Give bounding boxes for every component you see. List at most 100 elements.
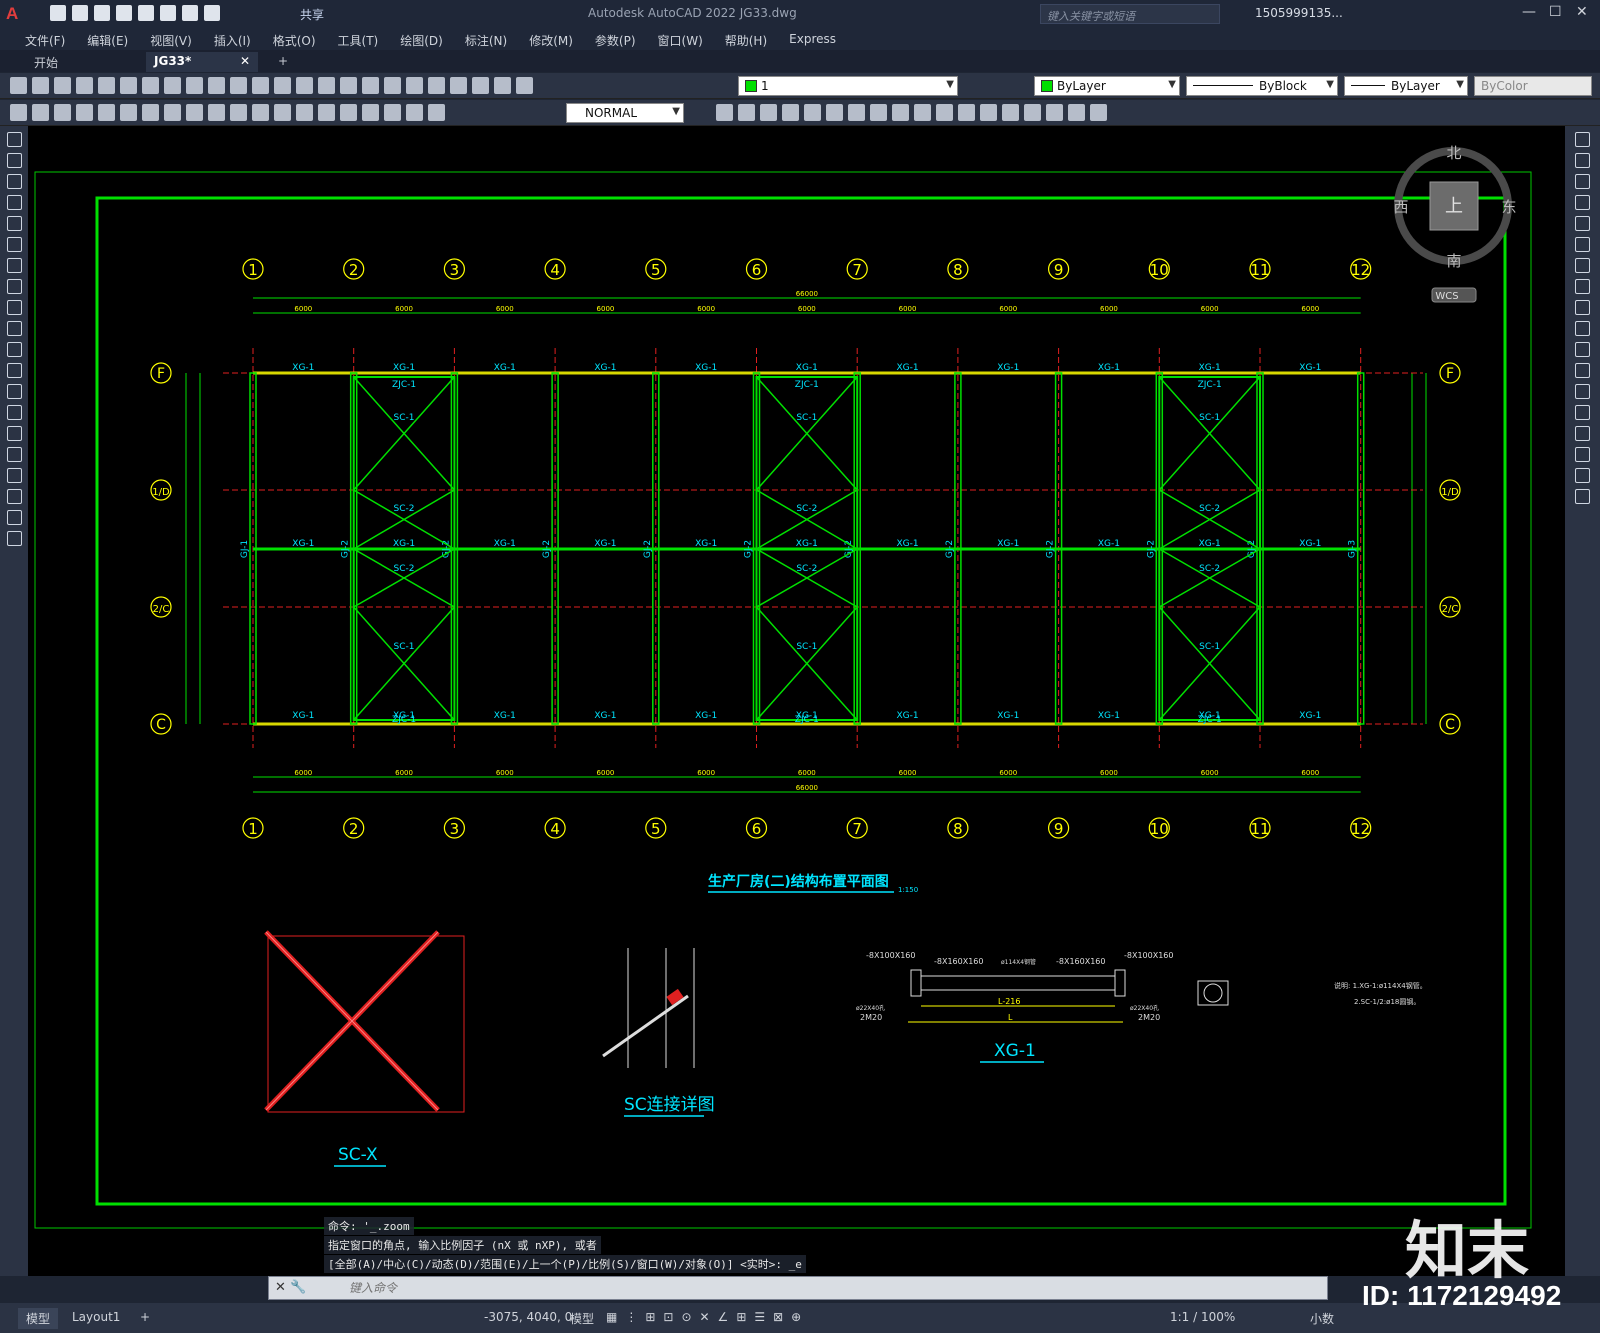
new-tab-button[interactable]: + [270,52,296,72]
region-icon[interactable] [6,468,22,483]
user-account[interactable]: 1505999135... [1255,6,1343,20]
join-icon[interactable] [980,104,997,121]
offset-icon[interactable] [782,104,799,121]
line-icon[interactable] [6,132,22,147]
share-button[interactable]: 共享 [300,6,324,23]
dim-break-icon[interactable] [274,104,291,121]
explode-icon[interactable] [1575,489,1590,504]
explode-icon[interactable] [1046,104,1063,121]
chamfer-icon[interactable] [1575,426,1590,441]
drafting-toggles[interactable]: ▦⋮⊞⊡⊙✕∠⊞☰⊠⊕ [606,1310,809,1324]
undo-icon[interactable] [230,77,247,94]
rotate-icon[interactable] [1575,258,1590,273]
dim-aligned-icon[interactable] [32,104,49,121]
fillet-icon[interactable] [1024,104,1041,121]
move-icon[interactable] [1575,237,1590,252]
dim-space-icon[interactable] [252,104,269,121]
plot-icon[interactable] [138,5,154,21]
scale-icon[interactable] [870,104,887,121]
menu-file[interactable]: 文件(F) [14,28,76,50]
drawing-canvas[interactable]: 上 北 南 东 西 WCS 1 1 2 2 3 3 4 4 5 5 6 6 7 7 8 8 9 9 10 10 11 11… [28,126,1565,1276]
viewcube[interactable]: 上 北 南 东 西 WCS [1393,144,1517,303]
plot-icon[interactable] [76,77,93,94]
dim-continue-icon[interactable] [230,104,247,121]
tab-start[interactable]: 开始 [26,52,66,72]
extend-icon[interactable] [936,104,953,121]
open-icon[interactable] [32,77,49,94]
jogged-linear-icon[interactable] [362,104,379,121]
lineweight-dropdown[interactable]: ByLayer ▼ [1344,76,1468,96]
dim-text-edit-icon[interactable] [406,104,423,121]
copy-icon[interactable] [164,77,181,94]
close-command-icon[interactable]: ✕ 🔧 [275,1280,306,1295]
menu-express[interactable]: Express [778,28,847,50]
open-icon[interactable] [72,5,88,21]
tolerance-icon[interactable] [296,104,313,121]
zoom-previous-icon[interactable] [340,77,357,94]
dim-angular-icon[interactable] [164,104,181,121]
linetype-dropdown[interactable]: ByBlock ▼ [1186,76,1338,96]
help-icon[interactable] [494,77,511,94]
save-as-icon[interactable] [116,5,132,21]
close-button[interactable]: ✕ [1576,4,1588,20]
arc-icon[interactable] [6,237,22,252]
close-tab-icon[interactable]: ✕ [240,54,250,68]
copy-object-icon[interactable] [738,104,755,121]
match-icon[interactable] [208,77,225,94]
ellipse-icon[interactable] [6,321,22,336]
add-selected-icon[interactable] [6,531,22,546]
menu-format[interactable]: 格式(O) [262,28,327,50]
undo-icon[interactable] [182,5,198,21]
center-mark-icon[interactable] [318,104,335,121]
dim-radius-icon[interactable] [98,104,115,121]
menu-help[interactable]: 帮助(H) [714,28,778,50]
rectangle-icon[interactable] [6,216,22,231]
paste-icon[interactable] [186,77,203,94]
pan-icon[interactable] [274,77,291,94]
spline-icon[interactable] [6,300,22,315]
erase-icon[interactable] [716,104,733,121]
new-icon[interactable] [50,5,66,21]
menu-insert[interactable]: 插入(I) [203,28,262,50]
quick-dim-icon[interactable] [186,104,203,121]
stretch-icon[interactable] [892,104,909,121]
stretch-icon[interactable] [1575,300,1590,315]
color-dropdown[interactable]: ByLayer ▼ [1034,76,1180,96]
dim-baseline-icon[interactable] [208,104,225,121]
blend-icon[interactable] [1575,468,1590,483]
layer-dropdown[interactable]: 1 ▼ [738,76,958,96]
trim-icon[interactable] [1575,321,1590,336]
polyline-icon[interactable] [6,174,22,189]
menu-view[interactable]: 视图(V) [139,28,203,50]
draworder-icon[interactable] [1068,104,1085,121]
fillet-icon[interactable] [1575,447,1590,462]
extend-icon[interactable] [1575,342,1590,357]
mtext-icon[interactable] [6,510,22,525]
table-icon[interactable] [6,489,22,504]
sheet-set-icon[interactable] [428,77,445,94]
circle-icon[interactable] [6,258,22,273]
make-block-icon[interactable] [6,384,22,399]
scale-icon[interactable] [1575,279,1590,294]
layer-manager-icon[interactable] [516,77,533,94]
chamfer-icon[interactable] [1002,104,1019,121]
model-space-button[interactable]: 模型 [570,1310,594,1327]
tab-drawing[interactable]: JG33* ✕ [146,52,258,72]
dim-ordinate-icon[interactable] [76,104,93,121]
group-icon[interactable] [1090,104,1107,121]
properties-icon[interactable] [362,77,379,94]
array-icon[interactable] [1575,216,1590,231]
calculator-icon[interactable] [472,77,489,94]
print-icon[interactable] [160,5,176,21]
dim-linear-icon[interactable] [10,104,27,121]
dim-jogged-icon[interactable] [120,104,137,121]
mirror-icon[interactable] [760,104,777,121]
layout1-tab[interactable]: Layout1 [64,1308,128,1326]
menu-parametric[interactable]: 参数(P) [584,28,647,50]
maximize-button[interactable]: ☐ [1549,4,1562,20]
inspection-icon[interactable] [340,104,357,121]
save-icon[interactable] [94,5,110,21]
search-input[interactable]: 键入关键字或短语 [1040,4,1220,24]
dim-diameter-icon[interactable] [142,104,159,121]
annotation-scale[interactable]: 1:1 / 100% [1170,1310,1235,1324]
